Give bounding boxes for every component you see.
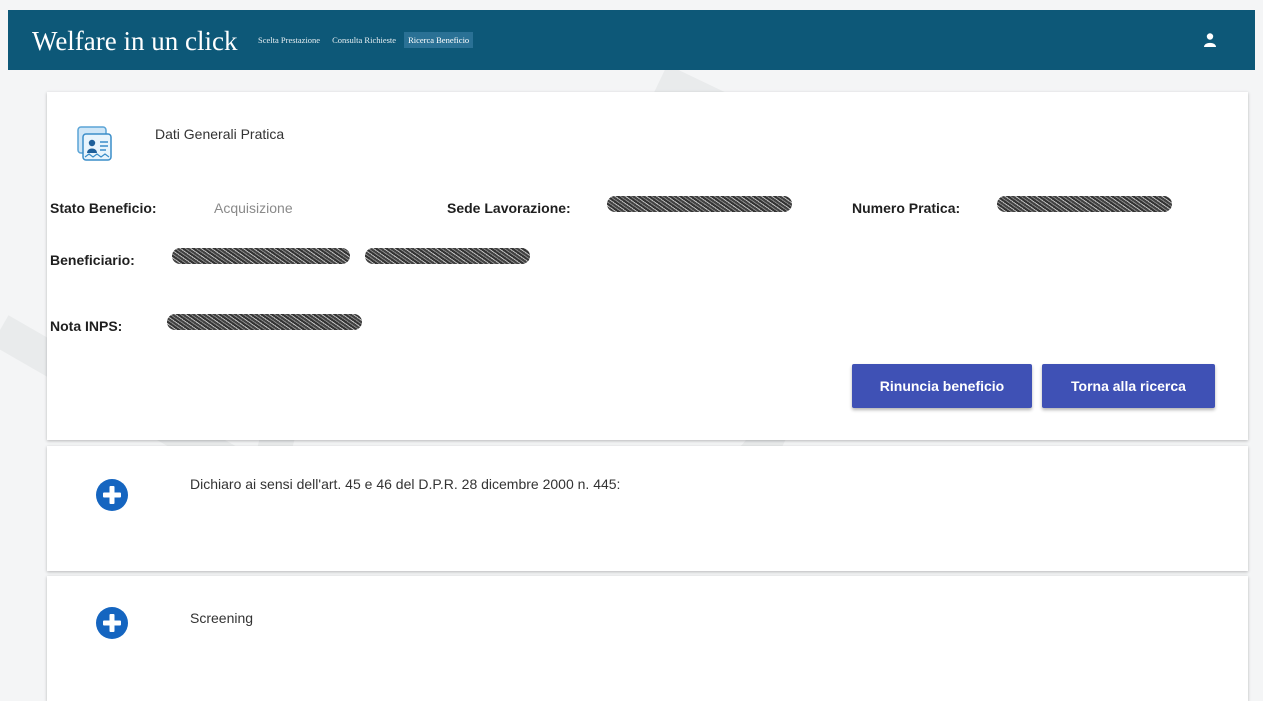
nota-inps-label: Nota INPS: bbox=[50, 318, 123, 334]
main-nav: Scelta Prestazione Consulta Richieste Ri… bbox=[254, 32, 474, 48]
beneficiario-label: Beneficiario: bbox=[50, 252, 135, 268]
stato-beneficio-label: Stato Beneficio: bbox=[50, 200, 157, 216]
pratica-card: Dati Generali Pratica Stato Beneficio: A… bbox=[47, 92, 1248, 440]
sede-lavorazione-redacted bbox=[607, 196, 792, 212]
id-card-icon bbox=[77, 126, 112, 161]
nav-ricerca-beneficio[interactable]: Ricerca Beneficio bbox=[404, 32, 474, 48]
rinuncia-beneficio-button[interactable]: Rinuncia beneficio bbox=[852, 364, 1032, 408]
expand-plus-icon[interactable] bbox=[95, 478, 129, 512]
app-title[interactable]: Welfare in un click bbox=[32, 25, 237, 57]
beneficiario-surname-redacted bbox=[365, 248, 530, 264]
nav-consulta-richieste[interactable]: Consulta Richieste bbox=[328, 32, 400, 48]
nav-scelta-prestazione[interactable]: Scelta Prestazione bbox=[254, 32, 324, 48]
card-title: Dati Generali Pratica bbox=[155, 126, 285, 142]
nota-inps-redacted bbox=[167, 314, 362, 330]
expand-plus-icon[interactable] bbox=[95, 606, 129, 640]
torna-alla-ricerca-button[interactable]: Torna alla ricerca bbox=[1042, 364, 1215, 408]
sede-lavorazione-label: Sede Lavorazione: bbox=[447, 200, 571, 216]
top-bar: Welfare in un click Scelta Prestazione C… bbox=[8, 10, 1255, 70]
screening-text: Screening bbox=[190, 610, 254, 626]
dichiarazione-text: Dichiaro ai sensi dell'art. 45 e 46 del … bbox=[190, 476, 621, 492]
stato-beneficio-value: Acquisizione bbox=[214, 200, 293, 216]
numero-pratica-redacted bbox=[997, 196, 1172, 212]
screening-section: Screening bbox=[47, 576, 1248, 701]
dichiarazione-section: Dichiaro ai sensi dell'art. 45 e 46 del … bbox=[47, 446, 1248, 571]
numero-pratica-label: Numero Pratica: bbox=[852, 200, 961, 216]
beneficiario-name-redacted bbox=[172, 248, 350, 264]
user-icon[interactable] bbox=[1203, 32, 1217, 48]
